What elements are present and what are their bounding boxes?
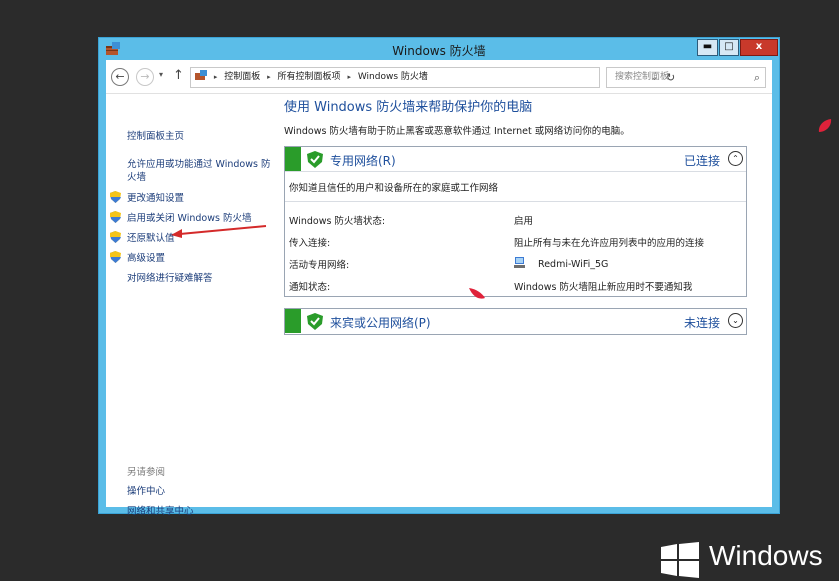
up-arrow-icon[interactable]: ↑: [173, 68, 184, 83]
sidebar-item-notifications[interactable]: 更改通知设置: [127, 192, 184, 205]
public-network-status: 未连接: [683, 316, 720, 330]
page-description: Windows 防火墙有助于防止黑客或恶意软件通过 Internet 或网络访问…: [284, 126, 630, 137]
firewall-window: Windows 防火墙 ▬ □ x ← → ▾ ↑ ▸ 控制面板 ▸ 所有控制面…: [98, 37, 780, 517]
back-arrow-icon[interactable]: ←: [111, 68, 129, 86]
notification-state-row: 通知状态: Windows 防火墙阻止新应用时不要通知我: [285, 274, 746, 296]
active-network-value: Redmi-WiFi_5G: [538, 259, 609, 270]
search-placeholder: 搜索控制面板: [615, 72, 670, 82]
sidebar-item-advanced-settings[interactable]: 高级设置: [127, 252, 165, 265]
see-also-network-center[interactable]: 网络和共享中心: [127, 505, 194, 518]
collapse-chevron-icon[interactable]: ⌃: [728, 151, 743, 166]
status-green-bar: [285, 147, 301, 171]
maximize-button[interactable]: □: [719, 39, 739, 56]
sidebar-troubleshoot-link[interactable]: 对网络进行疑难解答: [127, 272, 213, 285]
breadcrumb-all-items[interactable]: 所有控制面板项: [278, 72, 341, 82]
notification-state-label: 通知状态:: [289, 282, 331, 293]
sidebar-allow-app-link[interactable]: 允许应用或功能通过 Windows 防火墙: [127, 158, 272, 184]
active-network-value-wrap: Redmi-WiFi_5G: [514, 257, 608, 270]
navigation-bar: ← → ▾ ↑ ▸ 控制面板 ▸ 所有控制面板项 ▸ Windows 防火墙 ⌄…: [106, 60, 772, 94]
window-title: Windows 防火墙: [392, 44, 486, 58]
network-icon: [514, 257, 525, 268]
public-network-panel: 来宾或公用网络(P) 未连接 ⌄: [284, 308, 747, 335]
uac-shield-icon: [110, 251, 121, 263]
sidebar-home-link[interactable]: 控制面板主页: [127, 130, 184, 143]
cursor-mark: [469, 288, 485, 299]
private-network-header[interactable]: 专用网络(R) 已连接 ⌃: [285, 147, 746, 172]
uac-shield-icon: [110, 191, 121, 203]
windows-watermark: Windows: [709, 540, 823, 571]
uac-shield-icon: [110, 211, 121, 223]
recent-pages-chevron-icon[interactable]: ▾: [159, 70, 163, 79]
public-network-title: 来宾或公用网络(P): [330, 316, 431, 330]
active-network-label: 活动专用网络:: [289, 260, 350, 271]
search-icon[interactable]: ⌕: [754, 68, 760, 87]
notification-state-value: Windows 防火墙阻止新应用时不要通知我: [514, 282, 693, 293]
address-bar[interactable]: ▸ 控制面板 ▸ 所有控制面板项 ▸ Windows 防火墙 ⌄ ↻: [190, 67, 675, 88]
firewall-state-value: 启用: [514, 216, 534, 227]
green-shield-check-icon: [307, 313, 323, 330]
status-green-bar: [285, 309, 301, 333]
title-bar[interactable]: Windows 防火墙 ▬ □ x: [99, 38, 779, 60]
private-network-title: 专用网络(R): [330, 154, 396, 168]
control-panel-icon: [195, 70, 207, 80]
minimize-button[interactable]: ▬: [697, 39, 718, 56]
close-button[interactable]: x: [740, 39, 778, 56]
incoming-connections-label: 传入连接:: [289, 238, 331, 249]
active-network-row: 活动专用网络: Redmi-WiFi_5G: [285, 252, 746, 274]
sidebar: 控制面板主页 允许应用或功能通过 Windows 防火墙 更改通知设置 启用或关…: [106, 94, 276, 517]
private-network-subtitle: 你知道且信任的用户和设备所在的家庭或工作网络: [285, 172, 746, 202]
firewall-state-row: Windows 防火墙状态: 启用: [285, 208, 746, 230]
breadcrumb-separator-icon: ▸: [267, 73, 271, 81]
windows-logo-icon: [661, 542, 699, 578]
uac-shield-icon: [110, 231, 121, 243]
breadcrumb-separator-icon: ▸: [347, 73, 351, 81]
private-network-panel: 专用网络(R) 已连接 ⌃ 你知道且信任的用户和设备所在的家庭或工作网络 Win…: [284, 146, 747, 297]
forward-arrow-icon[interactable]: →: [136, 68, 154, 86]
red-pointer-arrow: [171, 225, 267, 238]
incoming-connections-row: 传入连接: 阻止所有与未在允许应用列表中的应用的连接: [285, 230, 746, 252]
green-shield-check-icon: [307, 151, 323, 168]
cursor-mark: [818, 119, 832, 132]
search-input[interactable]: 搜索控制面板 ⌕: [606, 67, 766, 88]
expand-chevron-icon[interactable]: ⌄: [728, 313, 743, 328]
firewall-state-label: Windows 防火墙状态:: [289, 216, 386, 227]
private-network-status: 已连接: [683, 154, 720, 168]
see-also-action-center[interactable]: 操作中心: [127, 485, 165, 498]
breadcrumb-firewall[interactable]: Windows 防火墙: [358, 72, 428, 82]
see-also-heading: 另请参阅: [127, 467, 166, 478]
breadcrumb-separator-icon: ▸: [213, 73, 218, 81]
page-title: 使用 Windows 防火墙来帮助保护你的电脑: [284, 100, 533, 115]
window-client: ← → ▾ ↑ ▸ 控制面板 ▸ 所有控制面板项 ▸ Windows 防火墙 ⌄…: [106, 60, 772, 517]
public-network-header[interactable]: 来宾或公用网络(P) 未连接 ⌄: [285, 309, 746, 334]
incoming-connections-value: 阻止所有与未在允许应用列表中的应用的连接: [514, 238, 705, 249]
breadcrumb-control-panel[interactable]: 控制面板: [224, 72, 260, 82]
